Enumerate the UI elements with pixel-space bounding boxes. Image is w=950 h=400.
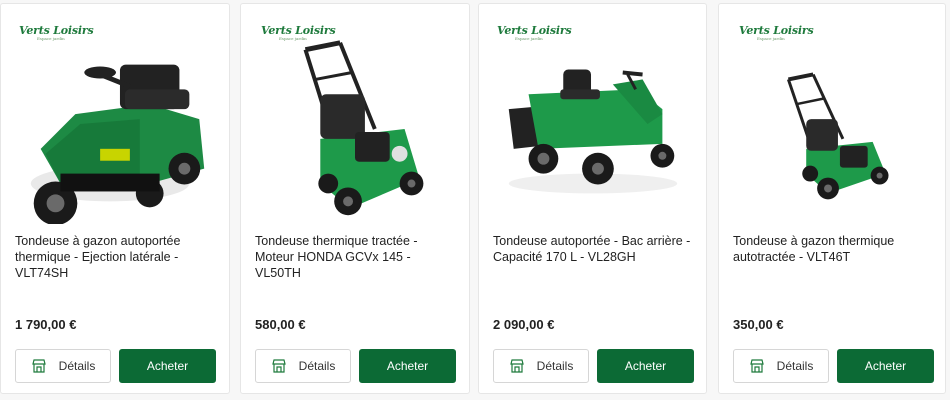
buy-button[interactable]: Acheter [597, 349, 694, 383]
product-card: Verts Loisirs Espace jardin Tondeuse à ga… [718, 3, 946, 394]
details-button[interactable]: Détails [733, 349, 829, 383]
storefront-icon [31, 359, 46, 373]
storefront-icon [509, 359, 524, 373]
product-card: Verts Loisirs Espace jardin Tondeuse ther… [240, 3, 470, 394]
details-button[interactable]: Détails [493, 349, 589, 383]
product-price: 2 090,00 € [493, 317, 555, 332]
buy-button[interactable]: Acheter [359, 349, 456, 383]
details-label: Détails [776, 359, 814, 373]
product-image[interactable] [719, 34, 945, 224]
product-title[interactable]: Tondeuse autoportée - Bac arrière - Capa… [493, 233, 692, 265]
product-image[interactable] [479, 34, 706, 224]
product-title[interactable]: Tondeuse à gazon thermique autotractée -… [733, 233, 931, 265]
details-button[interactable]: Détails [15, 349, 111, 383]
details-label: Détails [58, 359, 96, 373]
buy-button[interactable]: Acheter [837, 349, 934, 383]
product-price: 580,00 € [255, 317, 306, 332]
product-card: Verts Loisirs Espace jardin Tonde [478, 3, 707, 394]
product-image[interactable] [241, 34, 469, 224]
details-label: Détails [536, 359, 574, 373]
details-button[interactable]: Détails [255, 349, 351, 383]
product-price: 1 790,00 € [15, 317, 77, 332]
storefront-icon [271, 359, 286, 373]
buy-button[interactable]: Acheter [119, 349, 216, 383]
product-title[interactable]: Tondeuse thermique tractée - Moteur HOND… [255, 233, 455, 281]
product-title[interactable]: Tondeuse à gazon autoportée thermique - … [15, 233, 215, 281]
product-price: 350,00 € [733, 317, 784, 332]
details-label: Détails [298, 359, 336, 373]
product-card: Verts Loisirs Espace jardin Tonde [0, 3, 230, 394]
product-grid: Verts Loisirs Espace jardin Tondeuse à g… [0, 0, 950, 400]
product-image[interactable] [1, 34, 229, 224]
storefront-icon [749, 359, 764, 373]
